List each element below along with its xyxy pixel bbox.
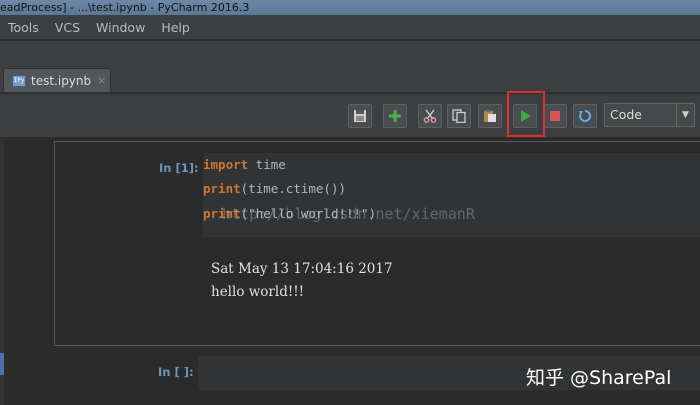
cell-type-select[interactable]: Code ▼ <box>604 103 695 127</box>
gutter-marker <box>0 353 4 375</box>
pycharm-window: eadProcess] - ...\test.ipynb - PyCharm 2… <box>0 0 700 405</box>
code-line-1: import time <box>203 157 286 172</box>
save-button[interactable] <box>348 104 372 128</box>
cell-prompt-1: In [1]: <box>159 161 199 175</box>
menu-tools[interactable]: Tools <box>0 20 47 35</box>
code-text: (time.ctime()) <box>240 181 346 196</box>
paste-icon <box>484 110 496 122</box>
menu-window[interactable]: Window <box>88 20 153 35</box>
cut-icon <box>423 109 437 123</box>
restart-kernel-button[interactable] <box>573 104 597 128</box>
left-gutter <box>0 139 4 405</box>
copy-icon <box>452 109 466 123</box>
add-cell-icon <box>389 110 401 122</box>
menu-vcs[interactable]: VCS <box>47 20 88 35</box>
menu-help[interactable]: Help <box>153 20 198 35</box>
cell-output-line-2: hello world!!! <box>211 284 305 300</box>
stop-icon <box>550 111 560 121</box>
window-title: eadProcess] - ...\test.ipynb - PyCharm 2… <box>0 1 250 14</box>
window-title-bar: eadProcess] - ...\test.ipynb - PyCharm 2… <box>0 0 700 15</box>
copy-cell-button[interactable] <box>447 104 471 128</box>
save-icon <box>354 110 366 122</box>
code-text: time <box>248 157 286 172</box>
run-button-highlight <box>507 91 545 137</box>
tab-test-ipynb[interactable]: IPy test.ipynb × <box>3 68 111 92</box>
zhihu-watermark: 知乎 @SharePal <box>526 367 672 389</box>
chevron-down-icon: ▼ <box>676 104 694 126</box>
tab-label: test.ipynb <box>31 73 92 88</box>
editor-tab-bar: IPy test.ipynb × <box>0 41 700 93</box>
code-keyword: print <box>203 181 241 196</box>
menu-bar: Tools VCS Window Help <box>0 15 700 40</box>
paste-cell-button[interactable] <box>478 104 502 128</box>
restart-icon <box>579 110 591 122</box>
cell-output-line-1: Sat May 13 17:04:16 2017 <box>211 261 393 277</box>
cell-prompt-2: In [ ]: <box>158 365 194 379</box>
code-keyword: import <box>203 157 249 172</box>
cut-cell-button[interactable] <box>418 104 442 128</box>
interrupt-kernel-button[interactable] <box>543 104 567 128</box>
add-cell-button[interactable] <box>383 104 407 128</box>
csdn-watermark: http://blog.csdn.net/xiemanR <box>222 205 475 223</box>
notebook-toolbar <box>0 94 700 138</box>
close-icon[interactable]: × <box>97 74 106 87</box>
code-line-2: print(time.ctime()) <box>203 181 346 196</box>
cell-type-value: Code <box>610 107 643 122</box>
notebook-file-icon: IPy <box>12 74 26 87</box>
